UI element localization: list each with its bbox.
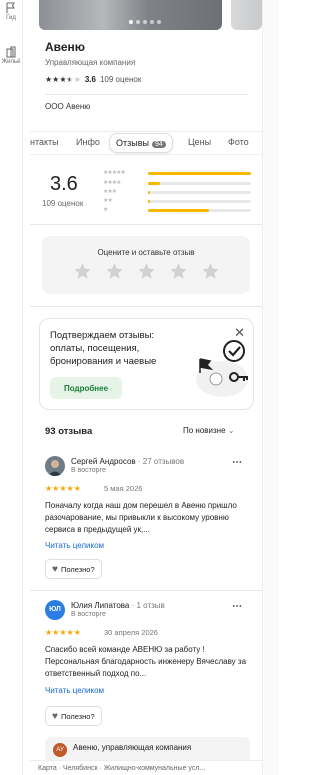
useful-label: Полезно? xyxy=(60,564,95,574)
left-rail: Гид Жильё xyxy=(0,0,23,775)
review-text: Спасибо всей команде АВЕНЮ за работу ! П… xyxy=(45,645,247,678)
review-date: 5 мая 2026 xyxy=(104,484,143,493)
review-text: Поначалу когда наш дом перешел в Авеню п… xyxy=(45,501,237,534)
tab-contacts[interactable]: нтакты xyxy=(30,137,59,147)
org-avatar: АУ xyxy=(53,743,67,757)
page-title: Авеню xyxy=(45,40,86,54)
useful-button[interactable]: ♥ Полезно? xyxy=(45,559,102,579)
reviewer-level: В восторге xyxy=(71,467,106,474)
rating-row[interactable]: ★★★★ ★ ★ 3.6 109 оценок xyxy=(45,75,141,84)
photo-next[interactable] xyxy=(231,0,262,30)
flag-icon xyxy=(6,2,15,13)
tab-info[interactable]: Инфо xyxy=(76,137,100,147)
rate-star-5-icon[interactable] xyxy=(201,262,220,281)
tab-prices[interactable]: Цены xyxy=(188,137,211,147)
reviewer-name[interactable]: Юлия Липатова · 1 отзыв xyxy=(71,601,165,610)
verified-illustration-icon xyxy=(196,340,248,397)
useful-button[interactable]: ♥ Полезно? xyxy=(45,706,102,726)
tab-reviews[interactable]: Отзывы 94 xyxy=(109,133,173,153)
rate-stars xyxy=(42,262,250,281)
photo-pager[interactable] xyxy=(129,20,161,24)
histogram-bar xyxy=(148,182,161,185)
building-icon xyxy=(6,46,16,58)
more-icon[interactable]: ⋯ xyxy=(232,601,242,612)
rate-prompt: Оцените и оставьте отзыв xyxy=(97,248,195,257)
reviewer-name[interactable]: Сергей Андросов · 27 отзывов xyxy=(71,457,184,466)
histogram-bar xyxy=(148,200,151,203)
rail-item-label: Гид xyxy=(6,15,16,21)
average-score: 3.6 xyxy=(50,173,78,195)
review-stars: ★★★★★ xyxy=(45,628,81,637)
rail-item-label: Жильё xyxy=(1,59,21,65)
breadcrumb[interactable]: Карта · Челябинск · Жилищно-коммунальные… xyxy=(30,760,262,775)
rate-box: Оцените и оставьте отзыв xyxy=(42,236,250,294)
scrollbar[interactable] xyxy=(262,0,279,775)
legal-entity: ООО Авеню xyxy=(45,102,91,111)
reviews-badge: 94 xyxy=(151,141,166,148)
tab-photos[interactable]: Фото xyxy=(228,137,249,147)
rate-star-2-icon[interactable] xyxy=(105,262,124,281)
sort-label: По новизне xyxy=(183,426,226,435)
category-label: Управляющая компания xyxy=(45,58,136,67)
read-more-link[interactable]: Читать целиком xyxy=(45,541,104,550)
reviews-count: 93 отзыва xyxy=(45,426,93,437)
rail-item-guide[interactable]: Гид xyxy=(0,2,22,21)
sort-dropdown[interactable]: По новизне ⌄ xyxy=(183,426,234,435)
review-card: Сергей Андросов · 27 отзывов В восторге … xyxy=(45,456,252,581)
rate-star-3-icon[interactable] xyxy=(137,262,156,281)
avatar[interactable]: ЮЛ xyxy=(45,600,65,620)
review-card: ЮЛ Юлия Липатова · 1 отзыв В восторге ⋯ … xyxy=(45,600,252,730)
photo-main[interactable] xyxy=(39,0,222,30)
tab-reviews-label: Отзывы xyxy=(116,138,149,148)
rate-star-4-icon[interactable] xyxy=(169,262,188,281)
rating-count: 109 оценок xyxy=(99,75,142,84)
heart-icon: ♥ xyxy=(52,563,58,575)
useful-label: Полезно? xyxy=(60,711,95,721)
promo-more-button[interactable]: Подробнее xyxy=(50,377,122,399)
verified-reviews-promo: Подтверждаем отзывы: оплаты, посещения, … xyxy=(39,318,254,410)
place-card: Авеню Управляющая компания ★★★★ ★ ★ 3.6 10… xyxy=(30,0,262,775)
promo-text: Подтверждаем отзывы: оплаты, посещения, … xyxy=(50,330,157,367)
histogram-bar xyxy=(148,209,209,212)
histogram-bar xyxy=(148,172,251,175)
avatar[interactable] xyxy=(45,456,65,476)
rating-stars: ★★★★ ★ ★ xyxy=(45,75,81,84)
read-more-link[interactable]: Читать целиком xyxy=(45,686,104,695)
rate-star-1-icon[interactable] xyxy=(73,262,92,281)
rail-item-housing[interactable]: Жильё xyxy=(0,46,22,65)
org-reply-name: Авеню, управляющая компания xyxy=(73,743,192,752)
more-icon[interactable]: ⋯ xyxy=(232,457,242,468)
tab-bar: нтакты Инфо Отзывы 94 Цены Фото xyxy=(30,131,262,155)
review-stars: ★★★★★ xyxy=(45,484,81,493)
heart-icon: ♥ xyxy=(52,710,58,722)
rating-value: 3.6 xyxy=(84,75,96,84)
chevron-down-icon: ⌄ xyxy=(227,426,235,435)
review-date: 30 апреля 2026 xyxy=(104,628,158,637)
histogram-bar xyxy=(148,191,151,194)
score-count: 109 оценок xyxy=(42,199,84,208)
reviewer-level: В восторге xyxy=(71,611,106,618)
